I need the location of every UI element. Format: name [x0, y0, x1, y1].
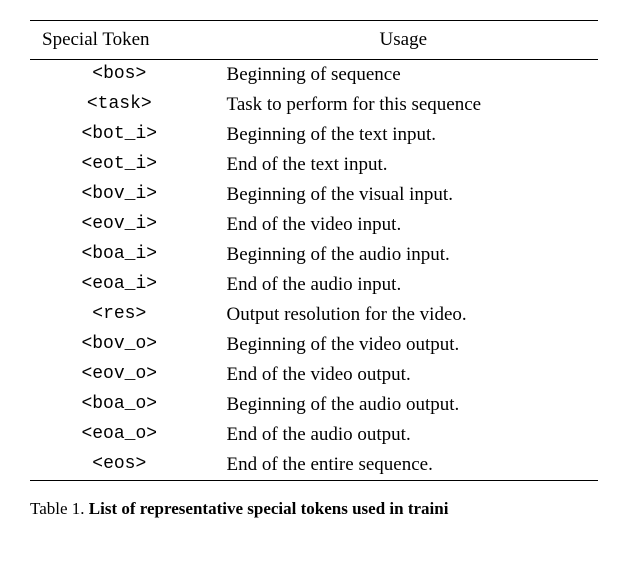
- caption-body: List of representative special tokens us…: [89, 499, 449, 518]
- usage-cell: Beginning of the audio output.: [209, 390, 598, 420]
- token-cell: <eoa_o>: [30, 420, 209, 450]
- table-row: <res>Output resolution for the video.: [30, 300, 598, 330]
- table-body: <bos>Beginning of sequence <task>Task to…: [30, 60, 598, 481]
- table-caption: Table 1. List of representative special …: [30, 499, 598, 519]
- token-cell: <eov_i>: [30, 210, 209, 240]
- usage-cell: Beginning of sequence: [209, 60, 598, 91]
- usage-cell: End of the audio input.: [209, 270, 598, 300]
- usage-cell: Beginning of the video output.: [209, 330, 598, 360]
- usage-cell: End of the audio output.: [209, 420, 598, 450]
- usage-cell: End of the entire sequence.: [209, 450, 598, 481]
- header-usage: Usage: [209, 21, 598, 60]
- token-cell: <task>: [30, 90, 209, 120]
- table-row: <eos>End of the entire sequence.: [30, 450, 598, 481]
- token-cell: <eoa_i>: [30, 270, 209, 300]
- table-row: <eoa_i>End of the audio input.: [30, 270, 598, 300]
- usage-cell: Output resolution for the video.: [209, 300, 598, 330]
- table-row: <boa_o>Beginning of the audio output.: [30, 390, 598, 420]
- table-row: <bov_o>Beginning of the video output.: [30, 330, 598, 360]
- table-row: <boa_i>Beginning of the audio input.: [30, 240, 598, 270]
- usage-cell: End of the text input.: [209, 150, 598, 180]
- token-cell: <eov_o>: [30, 360, 209, 390]
- token-cell: <boa_i>: [30, 240, 209, 270]
- header-token: Special Token: [30, 21, 209, 60]
- table-row: <bot_i>Beginning of the text input.: [30, 120, 598, 150]
- usage-cell: Beginning of the text input.: [209, 120, 598, 150]
- usage-cell: Beginning of the audio input.: [209, 240, 598, 270]
- table-row: <eot_i>End of the text input.: [30, 150, 598, 180]
- table-row: <eov_i>End of the video input.: [30, 210, 598, 240]
- special-tokens-table: Special Token Usage <bos>Beginning of se…: [30, 20, 598, 481]
- token-cell: <bov_o>: [30, 330, 209, 360]
- caption-prefix: Table 1.: [30, 499, 89, 518]
- usage-cell: End of the video output.: [209, 360, 598, 390]
- token-cell: <boa_o>: [30, 390, 209, 420]
- table-row: <bos>Beginning of sequence: [30, 60, 598, 91]
- table-row: <task>Task to perform for this sequence: [30, 90, 598, 120]
- table-row: <eov_o>End of the video output.: [30, 360, 598, 390]
- token-cell: <bov_i>: [30, 180, 209, 210]
- table-header-row: Special Token Usage: [30, 21, 598, 60]
- usage-cell: Beginning of the visual input.: [209, 180, 598, 210]
- usage-cell: End of the video input.: [209, 210, 598, 240]
- token-cell: <bot_i>: [30, 120, 209, 150]
- token-cell: <bos>: [30, 60, 209, 91]
- token-cell: <res>: [30, 300, 209, 330]
- table-row: <bov_i>Beginning of the visual input.: [30, 180, 598, 210]
- token-cell: <eot_i>: [30, 150, 209, 180]
- usage-cell: Task to perform for this sequence: [209, 90, 598, 120]
- table-row: <eoa_o>End of the audio output.: [30, 420, 598, 450]
- token-cell: <eos>: [30, 450, 209, 481]
